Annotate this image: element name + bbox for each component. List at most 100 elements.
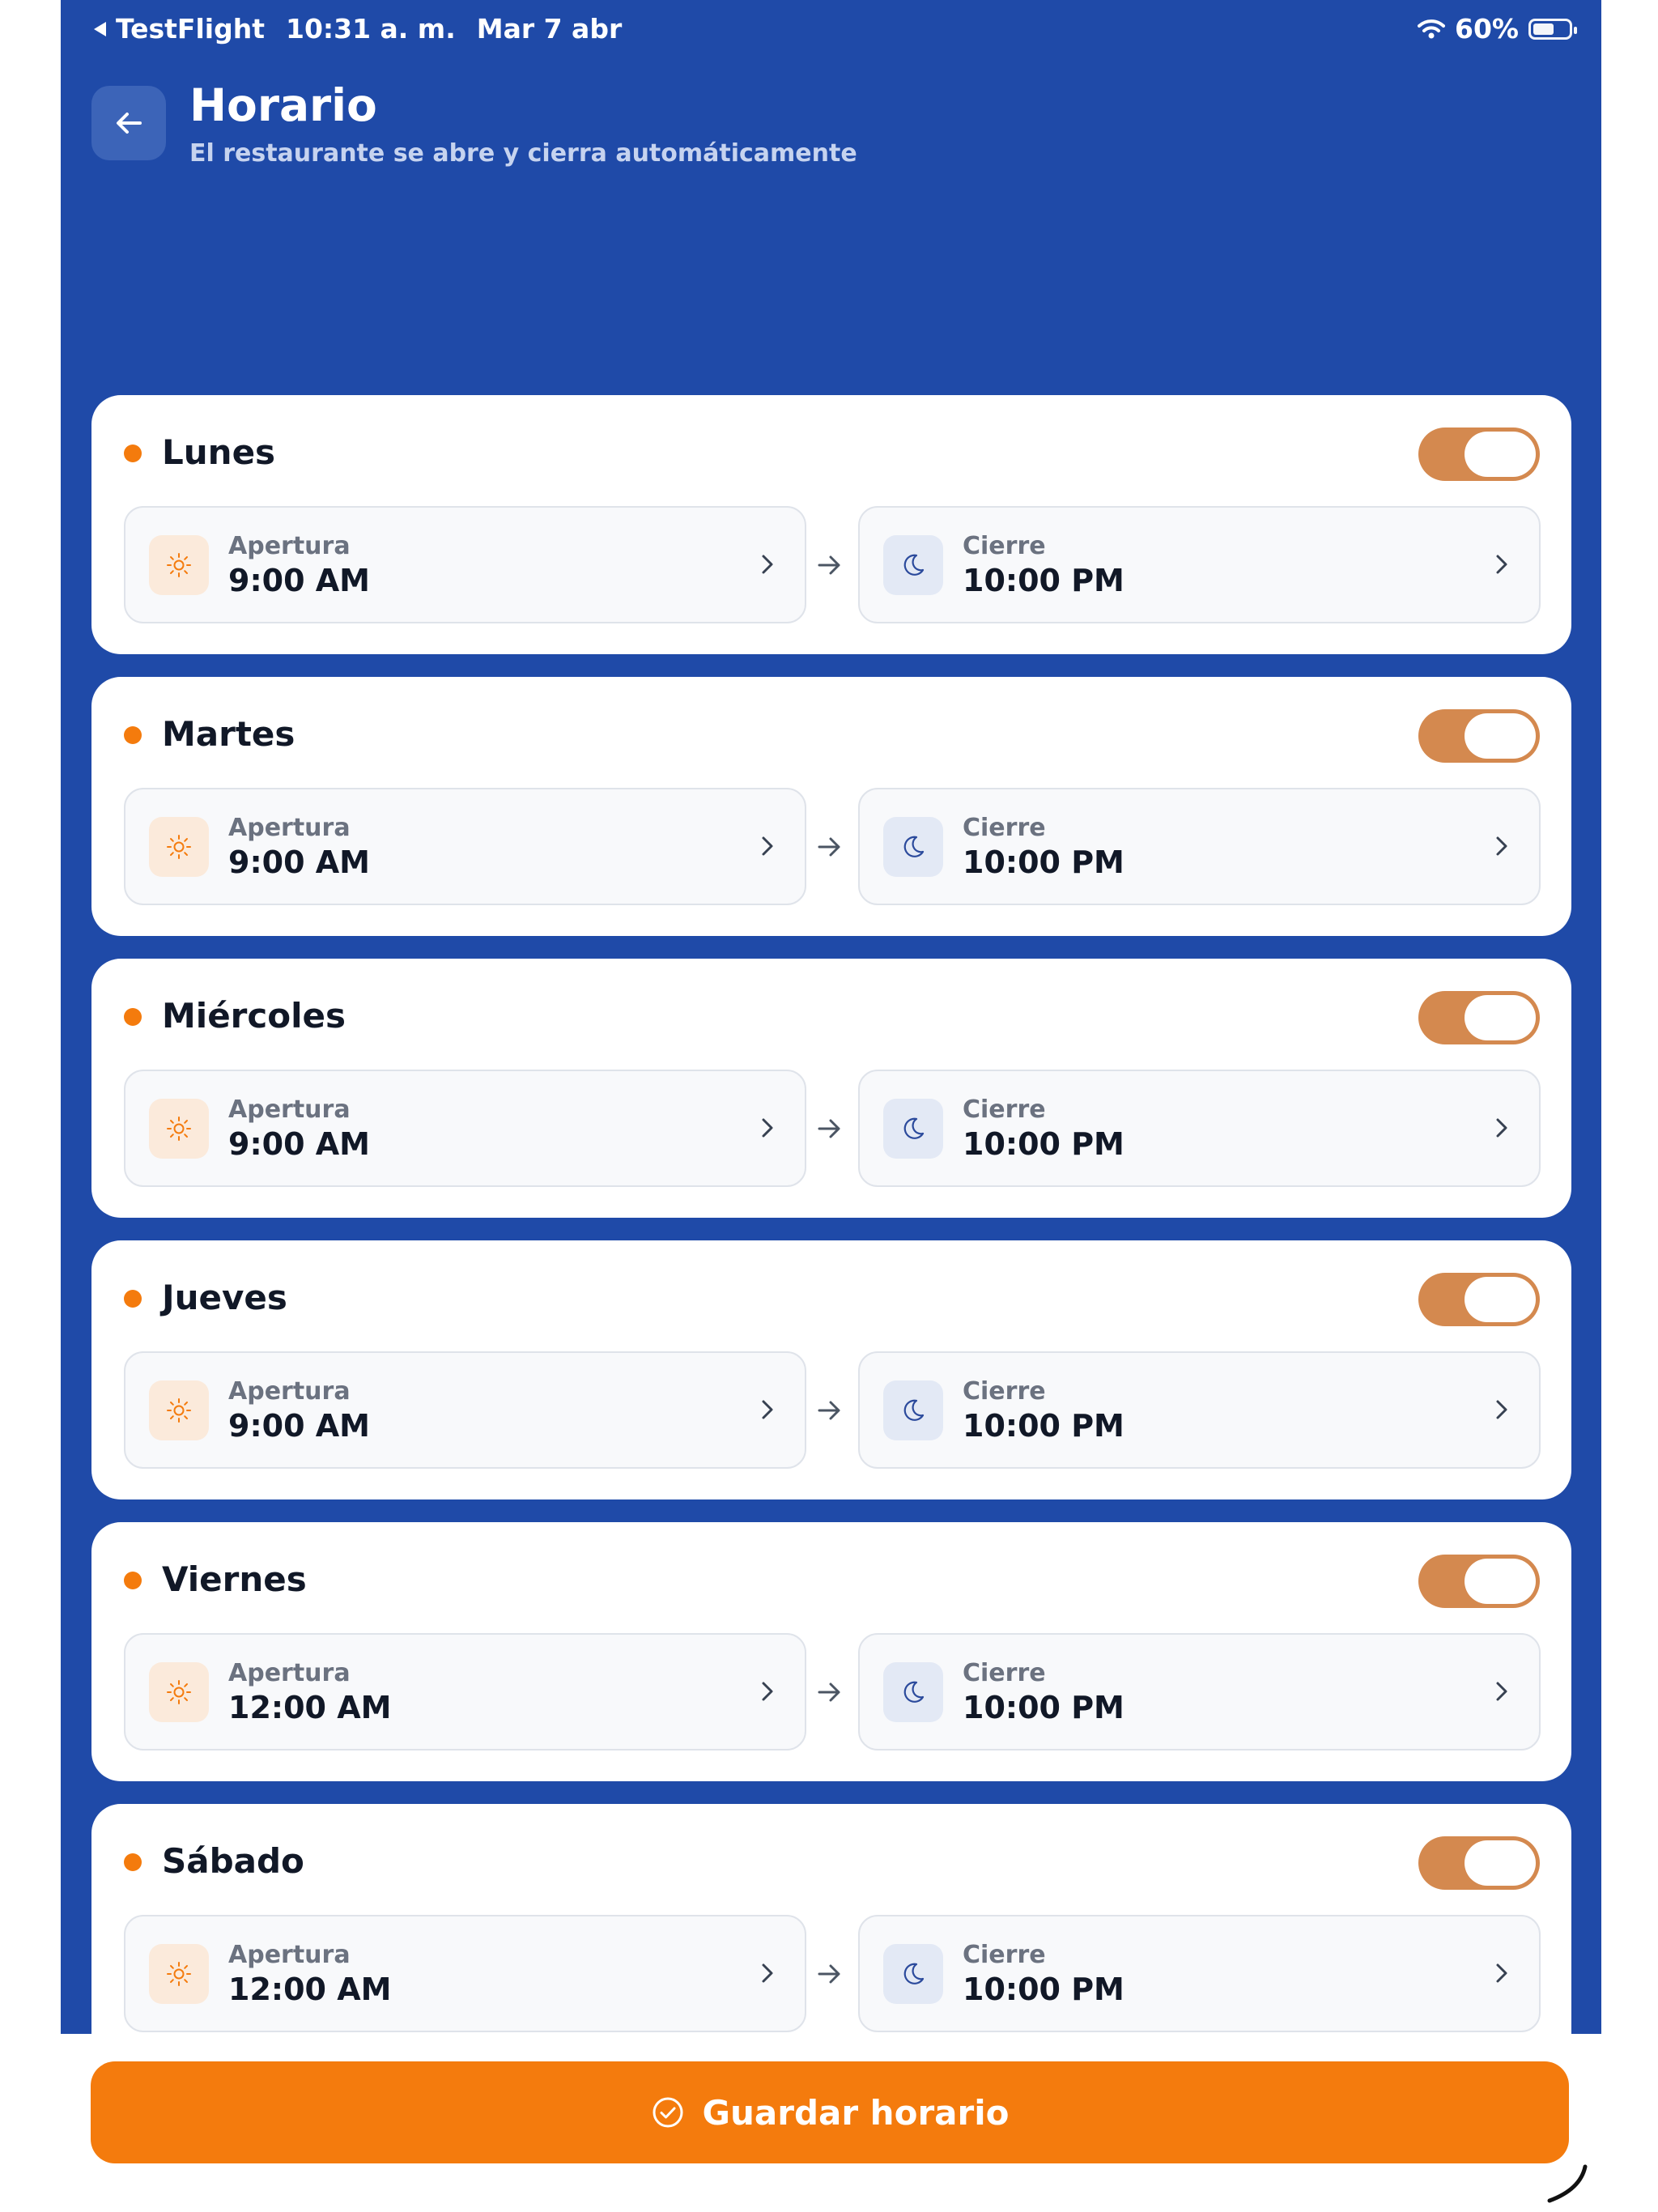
moon-icon (883, 1944, 943, 2004)
page-subtitle: El restaurante se abre y cierra automáti… (189, 139, 857, 168)
opening-label: Apertura (228, 1659, 351, 1687)
opening-time-picker[interactable]: Apertura 9:00 AM (124, 1351, 806, 1469)
chevron-right-icon (762, 1963, 773, 1983)
arrow-right-icon (818, 1964, 840, 1984)
closing-label: Cierre (963, 1095, 1046, 1124)
opening-label: Apertura (228, 1095, 351, 1124)
day-card: Martes Apertura 9:00 AM Cierre 10:00 PM (91, 677, 1571, 936)
day-list: Lunes Apertura 9:00 AM Cierre 10:00 PM M… (91, 395, 1571, 2034)
chevron-right-icon (1496, 555, 1507, 574)
wifi-icon (1418, 19, 1445, 38)
closing-time-picker[interactable]: Cierre 10:00 PM (858, 1070, 1541, 1187)
day-enabled-toggle[interactable] (1418, 709, 1540, 763)
opening-time-picker[interactable]: Apertura 12:00 AM (124, 1633, 806, 1750)
day-enabled-toggle[interactable] (1418, 1273, 1540, 1326)
back-app-name: TestFlight (116, 13, 265, 45)
chevron-right-icon (1496, 1963, 1507, 1983)
day-card: Viernes Apertura 12:00 AM Cierre 10:00 P… (91, 1522, 1571, 1781)
day-enabled-toggle[interactable] (1418, 428, 1540, 481)
back-to-app-link[interactable]: TestFlight (91, 13, 265, 45)
opening-label: Apertura (228, 1377, 351, 1406)
chevron-right-icon (762, 1400, 773, 1419)
closing-label: Cierre (963, 1659, 1046, 1687)
day-name: Miércoles (162, 996, 346, 1036)
toggle-knob (1465, 432, 1536, 477)
status-bar: TestFlight 10:31 a. m. Mar 7 abr 60% (61, 0, 1601, 60)
opening-time-value: 9:00 AM (228, 1408, 370, 1444)
sun-icon (149, 535, 209, 595)
arrow-right-icon (818, 1119, 840, 1138)
opening-label: Apertura (228, 814, 351, 842)
closing-time-value: 10:00 PM (963, 563, 1124, 598)
opening-time-value: 12:00 AM (228, 1690, 392, 1725)
day-card: Sábado Apertura 12:00 AM Cierre 10:00 PM (91, 1804, 1571, 2034)
day-enabled-toggle[interactable] (1418, 1836, 1540, 1890)
chevron-right-icon (1496, 836, 1507, 856)
closing-time-picker[interactable]: Cierre 10:00 PM (858, 1915, 1541, 2032)
opening-time-value: 9:00 AM (228, 563, 370, 598)
day-card: Jueves Apertura 9:00 AM Cierre 10:00 PM (91, 1240, 1571, 1499)
save-schedule-button[interactable]: Guardar horario (91, 2061, 1569, 2163)
closing-time-picker[interactable]: Cierre 10:00 PM (858, 1351, 1541, 1469)
day-name: Jueves (162, 1278, 287, 1317)
opening-time-picker[interactable]: Apertura 9:00 AM (124, 1070, 806, 1187)
day-enabled-toggle[interactable] (1418, 991, 1540, 1044)
chevron-right-icon (1496, 1682, 1507, 1701)
closing-time-value: 10:00 PM (963, 1126, 1124, 1162)
closing-label: Cierre (963, 532, 1046, 560)
battery-fill (1533, 23, 1554, 35)
arrow-right-icon (818, 1682, 840, 1702)
moon-icon (883, 1099, 943, 1159)
back-button[interactable] (91, 86, 166, 160)
sun-icon (149, 1380, 209, 1440)
opening-time-picker[interactable]: Apertura 12:00 AM (124, 1915, 806, 2032)
sun-icon (149, 1944, 209, 2004)
day-status-dot (124, 1572, 142, 1589)
closing-time-picker[interactable]: Cierre 10:00 PM (858, 788, 1541, 905)
arrow-right-icon (818, 555, 840, 575)
opening-label: Apertura (228, 1941, 351, 1969)
save-button-label: Guardar horario (702, 2092, 1010, 2133)
corner-indicator-icon (1547, 2164, 1588, 2203)
battery-nub (1574, 26, 1577, 34)
status-time: 10:31 a. m. (285, 13, 456, 45)
arrow-right-icon (818, 837, 840, 857)
moon-icon (883, 1662, 943, 1722)
day-name: Viernes (162, 1559, 307, 1599)
day-name: Martes (162, 714, 295, 754)
status-date: Mar 7 abr (476, 13, 623, 45)
status-bar-right: 60% (1418, 13, 1577, 45)
page-title: Horario (189, 79, 377, 131)
chevron-right-icon (1496, 1118, 1507, 1138)
day-card: Miércoles Apertura 9:00 AM Cierre 10:00 … (91, 959, 1571, 1218)
day-status-dot (124, 1008, 142, 1026)
sun-icon (149, 1099, 209, 1159)
opening-time-picker[interactable]: Apertura 9:00 AM (124, 788, 806, 905)
closing-label: Cierre (963, 814, 1046, 842)
status-bar-left: TestFlight 10:31 a. m. Mar 7 abr (91, 13, 622, 45)
opening-time-picker[interactable]: Apertura 9:00 AM (124, 506, 806, 623)
sun-icon (149, 817, 209, 877)
day-status-dot (124, 1290, 142, 1308)
toggle-knob (1465, 1840, 1536, 1886)
battery-icon (1528, 18, 1577, 40)
closing-label: Cierre (963, 1941, 1046, 1969)
opening-time-value: 9:00 AM (228, 844, 370, 880)
opening-time-value: 12:00 AM (228, 1972, 392, 2007)
battery-percent: 60% (1455, 13, 1519, 45)
day-name: Lunes (162, 432, 276, 472)
toggle-knob (1465, 713, 1536, 759)
closing-time-value: 10:00 PM (963, 1690, 1124, 1725)
moon-icon (883, 817, 943, 877)
day-enabled-toggle[interactable] (1418, 1555, 1540, 1608)
moon-icon (883, 535, 943, 595)
closing-time-picker[interactable]: Cierre 10:00 PM (858, 506, 1541, 623)
opening-label: Apertura (228, 532, 351, 560)
closing-time-value: 10:00 PM (963, 844, 1124, 880)
schedule-screen: TestFlight 10:31 a. m. Mar 7 abr 60% Hor… (61, 0, 1601, 2034)
chevron-right-icon (762, 1118, 773, 1138)
chevron-right-icon (762, 836, 773, 856)
closing-time-picker[interactable]: Cierre 10:00 PM (858, 1633, 1541, 1750)
day-name: Sábado (162, 1841, 304, 1881)
day-status-dot (124, 445, 142, 462)
